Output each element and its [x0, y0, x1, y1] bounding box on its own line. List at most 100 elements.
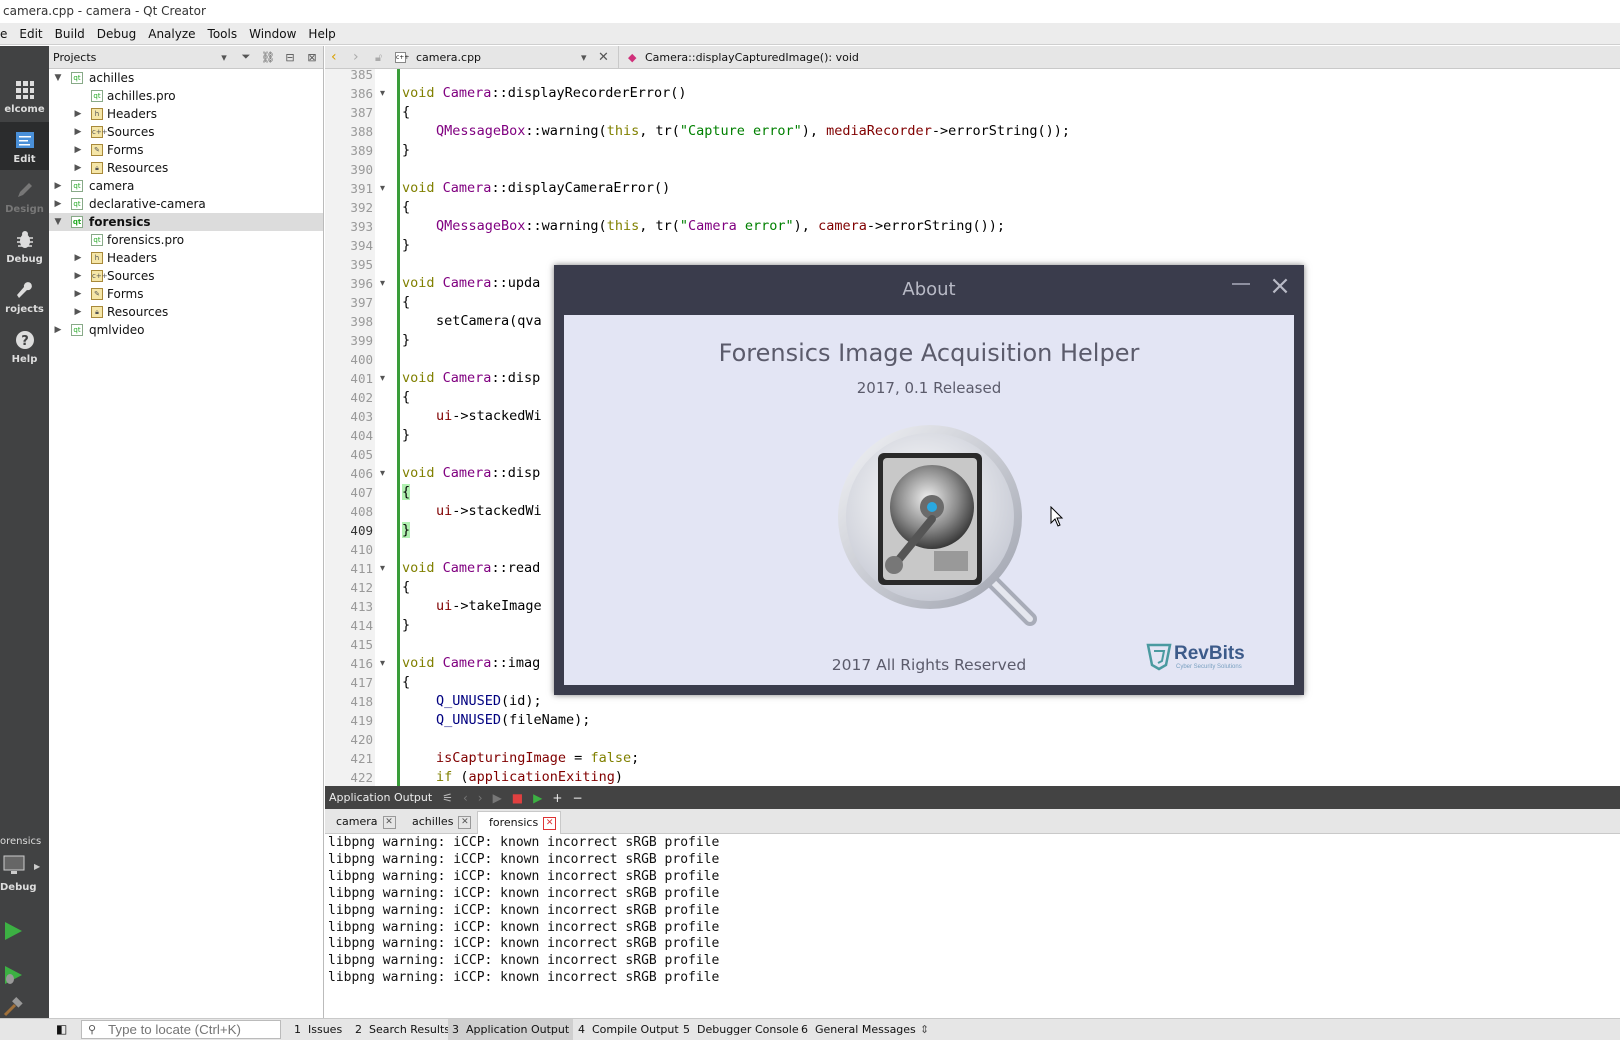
- function-selector[interactable]: Camera::displayCapturedImage(): void: [645, 46, 859, 69]
- tree-item[interactable]: ▶ h Headers: [49, 249, 323, 267]
- tree-item[interactable]: ▶ ✎ Forms: [49, 285, 323, 303]
- close-icon[interactable]: ✕: [458, 815, 472, 829]
- fold-toggle-icon[interactable]: ▾: [380, 84, 385, 103]
- fold-toggle-icon[interactable]: ▾: [380, 369, 385, 388]
- chevron-right-icon[interactable]: ▶: [73, 141, 83, 159]
- menu-help[interactable]: Help: [302, 23, 341, 45]
- chevron-down-icon[interactable]: ▼: [53, 213, 63, 231]
- code-line: QMessageBox::warning(this, tr("Capture e…: [436, 122, 1070, 141]
- mode-edit[interactable]: Edit: [0, 122, 49, 170]
- mode-design[interactable]: Design: [0, 172, 49, 220]
- menu-build[interactable]: Build: [49, 23, 91, 45]
- minimize-icon[interactable]: [1232, 283, 1250, 285]
- tree-item[interactable]: ▼ qt forensics: [49, 213, 323, 231]
- tree-item[interactable]: ▶ ✎ Forms: [49, 141, 323, 159]
- pane-debugger-console[interactable]: 5 Debugger Console: [683, 1019, 799, 1040]
- debug-icon[interactable]: ▶: [533, 791, 542, 805]
- tree-item[interactable]: ▶ c++ Sources: [49, 267, 323, 285]
- view-dropdown-icon[interactable]: ▾: [213, 51, 235, 64]
- code-line: void Camera::disp: [402, 369, 540, 388]
- tree-item[interactable]: ▶ c++ Sources: [49, 123, 323, 141]
- stop-icon[interactable]: ■: [512, 791, 523, 805]
- pane-search-results[interactable]: 2 Search Results: [355, 1019, 450, 1040]
- filter-icon[interactable]: ⏷: [235, 50, 257, 64]
- next-icon[interactable]: ›: [478, 791, 483, 805]
- tree-item[interactable]: ▶ 🔒︎ Resources: [49, 303, 323, 321]
- chevron-right-icon[interactable]: ▶: [73, 123, 83, 141]
- split-icon[interactable]: ⊟: [279, 51, 301, 64]
- output-tab-camera[interactable]: camera ✕: [325, 811, 396, 834]
- pane-issues[interactable]: 1 Issues: [294, 1019, 342, 1040]
- chevron-right-icon[interactable]: ▶: [73, 105, 83, 123]
- locator-input[interactable]: [81, 1020, 281, 1039]
- close-pane-icon[interactable]: ⊠: [301, 51, 323, 64]
- line-number: 397: [350, 295, 373, 310]
- toggle-sidebar-icon[interactable]: ◧: [56, 1019, 67, 1040]
- chevron-right-icon[interactable]: ▶: [73, 159, 83, 177]
- chevron-down-icon[interactable]: ▼: [53, 69, 63, 87]
- code-line: void Camera::displayCameraError(): [402, 179, 670, 198]
- tree-item[interactable]: ▶ qt declarative-camera: [49, 195, 323, 213]
- mode-debug[interactable]: Debug: [0, 222, 49, 270]
- close-icon[interactable]: ✕: [543, 816, 557, 830]
- pane-general-messages[interactable]: 6 General Messages: [801, 1019, 916, 1040]
- zoom-in-icon[interactable]: +: [552, 791, 562, 805]
- pane-application-output[interactable]: 3 Application Output: [448, 1019, 574, 1040]
- menu-file[interactable]: e: [0, 23, 13, 45]
- chevron-right-icon[interactable]: ▶: [53, 321, 63, 339]
- output-tab-achilles[interactable]: achilles ✕: [401, 811, 472, 834]
- mode-projects[interactable]: rojects: [0, 272, 49, 320]
- chevron-right-icon[interactable]: ▶: [73, 249, 83, 267]
- chevron-right-icon[interactable]: ▶: [53, 195, 63, 213]
- menu-tools[interactable]: Tools: [202, 23, 244, 45]
- application-output-pane: Application Output ⚟ ‹ › ▶ ■ ▶ + − camer…: [325, 786, 1620, 1018]
- code-text: Q_UNUSED(id);: [436, 693, 542, 709]
- file-name[interactable]: camera.cpp: [416, 46, 481, 69]
- fold-toggle-icon[interactable]: ▾: [380, 274, 385, 293]
- tree-item[interactable]: ▶ h Headers: [49, 105, 323, 123]
- output-text[interactable]: libpng warning: iCCP: known incorrect sR…: [325, 834, 1620, 987]
- mode-label: Help: [11, 354, 38, 365]
- output-tab-forensics[interactable]: forensics ✕: [477, 811, 561, 834]
- chevron-right-icon[interactable]: ▶: [73, 303, 83, 321]
- kit-selector[interactable]: ▶ Debug: [0, 852, 49, 902]
- link-icon[interactable]: ⛓: [257, 51, 279, 64]
- fold-toggle-icon[interactable]: ▾: [380, 559, 385, 578]
- close-file-icon[interactable]: ✕: [598, 46, 609, 69]
- menu-analyze[interactable]: Analyze: [142, 23, 201, 45]
- menu-window[interactable]: Window: [243, 23, 302, 45]
- menu-edit[interactable]: Edit: [13, 23, 48, 45]
- menu-debug[interactable]: Debug: [91, 23, 142, 45]
- tree-item-label: Forms: [107, 287, 144, 301]
- close-icon[interactable]: ×: [1267, 273, 1293, 299]
- zoom-out-icon[interactable]: −: [572, 791, 582, 805]
- run-button[interactable]: [2, 920, 24, 945]
- debug-run-button[interactable]: [2, 964, 24, 989]
- code-text: {: [402, 104, 411, 120]
- tree-item[interactable]: ▶ qt camera: [49, 177, 323, 195]
- fold-toggle-icon[interactable]: ▾: [380, 464, 385, 483]
- tree-item[interactable]: qt forensics.pro: [49, 231, 323, 249]
- fold-toggle-icon[interactable]: ▾: [380, 179, 385, 198]
- prev-icon[interactable]: ‹: [463, 791, 468, 805]
- pane-compile-output[interactable]: 4 Compile Output: [578, 1019, 679, 1040]
- attach-icon[interactable]: ⚟: [442, 791, 453, 805]
- more-panes-icon[interactable]: ⇕: [920, 1019, 929, 1040]
- chevron-right-icon[interactable]: ▶: [73, 267, 83, 285]
- mode-welcome[interactable]: elcome: [0, 72, 49, 120]
- close-icon[interactable]: ✕: [382, 815, 396, 829]
- about-dialog: About × Forensics Image Acquisition Help…: [554, 265, 1304, 695]
- code-text: }: [402, 617, 411, 633]
- tree-item[interactable]: ▼ qt achilles: [49, 69, 323, 87]
- chevron-right-icon[interactable]: ▶: [53, 177, 63, 195]
- mode-help[interactable]: ? Help: [0, 322, 49, 370]
- line-number: 416: [350, 656, 373, 671]
- chevron-right-icon[interactable]: ▶: [73, 285, 83, 303]
- file-dropdown-icon[interactable]: ▾: [581, 46, 587, 69]
- rerun-icon[interactable]: ▶: [493, 791, 502, 805]
- tree-item[interactable]: qt achilles.pro: [49, 87, 323, 105]
- tree-item[interactable]: ▶ qt qmlvideo: [49, 321, 323, 339]
- mode-label: rojects: [5, 304, 44, 315]
- tree-item[interactable]: ▶ 🔒︎ Resources: [49, 159, 323, 177]
- fold-toggle-icon[interactable]: ▾: [380, 654, 385, 673]
